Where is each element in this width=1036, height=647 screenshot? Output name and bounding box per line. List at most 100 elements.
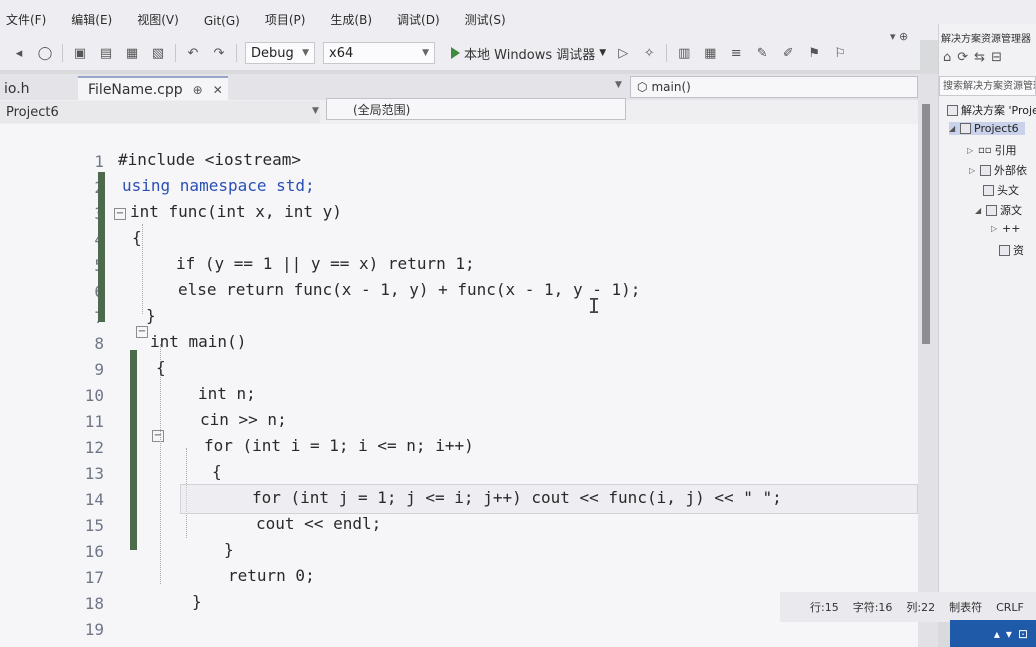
tree-item-external-deps[interactable]: ▷ 外部依 (969, 162, 1027, 178)
solution-search-input[interactable]: 搜索解决方案资源管理 (939, 76, 1036, 96)
line-number-gutter: 1 2 3 4 5 6 7 8 9 10 11 12 13 14 15 16 1… (40, 124, 120, 647)
text-cursor-icon: I (588, 294, 601, 318)
scrollbar-thumb[interactable] (922, 104, 930, 344)
code-line: for (int i = 1; i <= n; i++) (204, 436, 474, 455)
scope-dropdown[interactable]: (全局范围) (326, 98, 626, 120)
new-project-icon[interactable]: ▣ (71, 45, 89, 61)
tree-item-label: 引用 (994, 144, 1017, 157)
line-number: 9 (94, 360, 104, 379)
tree-item-label: 源文 (1000, 204, 1022, 217)
collapse-icon[interactable]: − (136, 326, 148, 338)
tree-item-source-files[interactable]: ◢ 源文 (975, 202, 1022, 218)
status-char[interactable]: 字符:16 (853, 599, 893, 615)
save-icon[interactable]: ▦ (123, 45, 141, 61)
tab-io-h[interactable]: io.h (0, 76, 78, 102)
toolbar: ◂ ◯ ▣ ▤ ▦ ▧ ↶ ↷ Debug ▼ x64 ▼ 本地 Windows 调… (0, 36, 920, 70)
line-number: 10 (84, 386, 104, 405)
open-folder-icon[interactable]: ▤ (97, 45, 115, 61)
chevron-down-icon: ▼ (302, 48, 309, 58)
menu-debug[interactable]: 调试(D) (383, 11, 451, 28)
tree-item-resource-files[interactable]: 资 (999, 242, 1024, 258)
menu-test[interactable]: 测试(S) (451, 11, 517, 28)
pin-icon[interactable]: ⊕ (193, 83, 203, 97)
line-number: 15 (84, 516, 104, 535)
switch-view-icon[interactable]: ⇆ (974, 50, 985, 72)
hot-reload-icon[interactable]: ✧ (640, 45, 658, 61)
expanded-arrow-icon: ◢ (975, 205, 982, 215)
redo-icon[interactable]: ↷ (210, 45, 228, 61)
menu-build[interactable]: 生成(B) (316, 11, 383, 28)
code-line: } (146, 306, 156, 325)
bookmark-icon[interactable]: ⚑ (805, 45, 823, 61)
code-line: for (int j = 1; j <= i; j++) cout << fun… (252, 488, 782, 507)
sync-icon[interactable]: ⟳ (957, 50, 968, 72)
menu-edit[interactable]: 编辑(E) (57, 11, 123, 28)
solution-explorer-title: 解决方案资源管理器 (941, 34, 1031, 45)
pin-icon[interactable]: ▾ ⊕ (890, 30, 908, 43)
configuration-select[interactable]: Debug ▼ (245, 42, 315, 64)
toolbar-separator (666, 44, 668, 62)
menu-project[interactable]: 项目(P) (251, 11, 317, 28)
code-line: { (156, 358, 166, 377)
notifications-icon[interactable]: ⊡ (1018, 627, 1028, 641)
line-number: 19 (84, 620, 104, 639)
tree-item-label: 解决方案 'Proje (961, 104, 1036, 117)
tree-item-project[interactable]: ◢ Project6 (949, 122, 1025, 135)
code-line: cin >> n; (200, 410, 287, 429)
line-number: 8 (94, 334, 104, 353)
project-dropdown[interactable]: Project6 (0, 101, 320, 123)
undo-icon[interactable]: ↶ (184, 45, 202, 61)
project-value: Project6 (6, 104, 59, 120)
scope-value: (全局范围) (353, 102, 411, 117)
next-bookmark-icon[interactable]: ⚐ (831, 45, 849, 61)
arrow-down-icon[interactable]: ▾ (1006, 627, 1012, 641)
solution-explorer-toolbar: ⌂ ⟳ ⇆ ⊟ (939, 50, 1002, 72)
navigation-bar: Project6 ▼ (全局范围) (0, 98, 925, 124)
menu-git[interactable]: Git(G) (190, 14, 251, 28)
arrow-up-icon[interactable]: ▴ (994, 627, 1000, 641)
change-indicator (98, 172, 105, 322)
format-icon[interactable]: ≡ (727, 45, 745, 61)
status-line[interactable]: 行:15 (810, 599, 839, 615)
collapse-icon[interactable]: − (114, 208, 126, 220)
diagnostics-icon[interactable]: ▥ (675, 45, 693, 61)
home-icon[interactable]: ⌂ (943, 50, 951, 72)
collapse-all-icon[interactable]: ⊟ (991, 50, 1002, 72)
status-col[interactable]: 列:22 (906, 599, 935, 615)
solution-icon (947, 104, 958, 116)
code-line: cout << endl; (256, 514, 382, 533)
uncomment-icon[interactable]: ✐ (779, 45, 797, 61)
status-tabs[interactable]: 制表符 (949, 599, 982, 615)
status-eol[interactable]: CRLF (996, 601, 1024, 614)
menu-view[interactable]: 视图(V) (123, 11, 190, 28)
cube-icon: ⬡ (637, 80, 648, 94)
references-icon: ▫▫ (978, 144, 992, 156)
chevron-down-icon[interactable]: ▼ (312, 106, 319, 116)
tree-item-cpp-file[interactable]: ▷ ++ (991, 222, 1020, 235)
line-number: 16 (84, 542, 104, 561)
menu-file[interactable]: 文件(F) (6, 11, 57, 28)
code-line: int func(int x, int y) (130, 202, 342, 221)
close-icon[interactable]: ✕ (213, 83, 223, 97)
comment-icon[interactable]: ✎ (753, 45, 771, 61)
code-line: using namespace std; (122, 176, 315, 195)
collapse-icon[interactable]: − (152, 430, 164, 442)
toolbar-separator (236, 44, 237, 62)
tab-filename-cpp[interactable]: FileName.cpp ⊕ ✕ (78, 76, 228, 102)
tree-item-header-files[interactable]: 头文 (983, 182, 1019, 198)
code-editor[interactable]: 1 2 3 4 5 6 7 8 9 10 11 12 13 14 15 16 1… (0, 124, 918, 647)
tree-item-solution[interactable]: 解决方案 'Proje (947, 102, 1036, 118)
save-all-icon[interactable]: ▧ (149, 45, 167, 61)
back-icon[interactable]: ◂ (10, 45, 28, 61)
member-dropdown[interactable]: ⬡ main() (630, 76, 918, 98)
chevron-down-icon[interactable]: ▼ (615, 80, 622, 90)
folder-icon (999, 244, 1010, 256)
platform-select[interactable]: x64 ▼ (323, 42, 435, 64)
start-without-debugging-icon[interactable]: ▷ (614, 45, 632, 61)
start-debugger-button[interactable]: 本地 Windows 调试器 ▼ (451, 44, 606, 63)
indent-guide (142, 224, 143, 314)
tree-item-references[interactable]: ▷ ▫▫ 引用 (967, 142, 1017, 158)
editor-scrollbar[interactable] (918, 74, 938, 647)
forward-icon[interactable]: ◯ (36, 45, 54, 61)
browse-icon[interactable]: ▦ (701, 45, 719, 61)
